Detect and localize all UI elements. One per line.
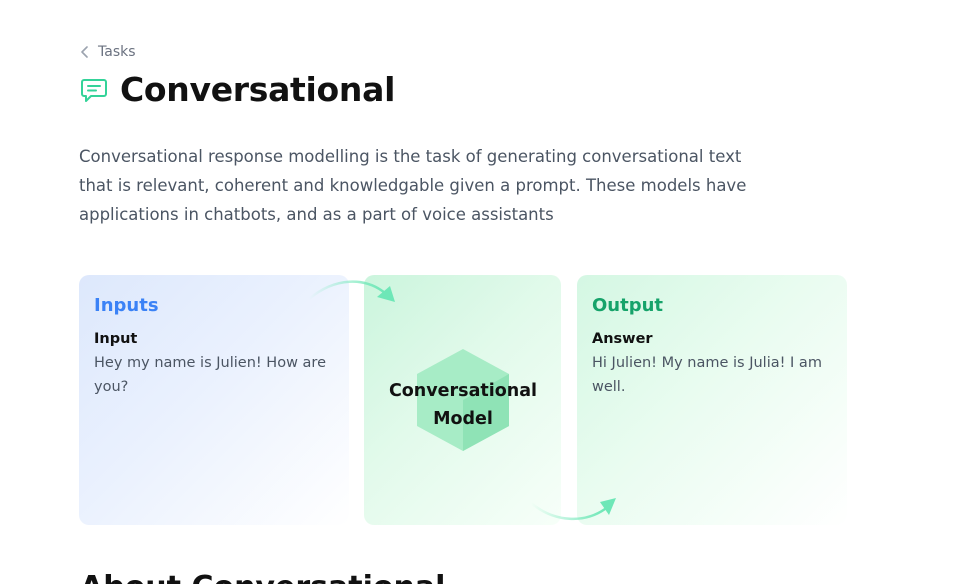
chat-bubble-icon	[81, 79, 107, 102]
answer-field-value: Hi Julien! My name is Julia! I am well.	[592, 355, 822, 395]
input-field-label: Input	[94, 331, 138, 347]
chevron-left-icon	[81, 46, 88, 58]
arrow-icon	[529, 498, 616, 520]
input-field-value: Hey my name is Julien! How are you?	[94, 355, 326, 395]
breadcrumb-label[interactable]: Tasks	[98, 44, 136, 60]
title-row: Conversational	[80, 70, 395, 110]
answer-field-label: Answer	[592, 331, 653, 347]
task-page: Tasks Conversational Conversational resp…	[0, 0, 955, 584]
inputs-heading: Inputs	[94, 295, 159, 316]
output-card: Output Answer Hi Julien! My name is Juli…	[577, 275, 847, 525]
breadcrumb[interactable]: Tasks	[80, 44, 136, 60]
task-widget: Inputs Input Hey my name is Julien! How …	[79, 275, 847, 525]
inputs-card: Inputs Input Hey my name is Julien! How …	[79, 275, 349, 525]
output-heading: Output	[592, 295, 664, 316]
section-heading: About Conversational	[80, 570, 445, 584]
model-label: Conversational Model	[388, 381, 538, 429]
page-title: Conversational	[120, 70, 396, 109]
task-description: Conversational response modelling is the…	[79, 147, 747, 224]
arrow-icon	[307, 280, 395, 302]
